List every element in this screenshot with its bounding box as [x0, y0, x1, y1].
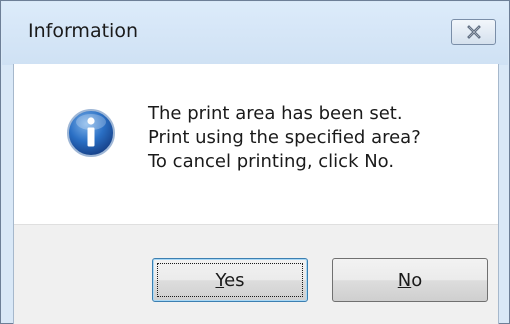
- mnemonic-letter: N: [397, 269, 412, 291]
- information-dialog: Information The print area has been set.…: [0, 0, 510, 324]
- mnemonic-letter: Y: [215, 269, 225, 291]
- label-rest: o: [411, 269, 423, 291]
- message-line: The print area has been set.: [148, 103, 403, 124]
- message-line: To cancel printing, click No.: [148, 151, 395, 172]
- message-line: Print using the specified area?: [148, 127, 421, 148]
- label-rest: es: [224, 269, 245, 291]
- window-title: Information: [28, 20, 138, 42]
- close-icon: [466, 25, 482, 39]
- no-button-label: No: [398, 270, 422, 291]
- message-area: The print area has been set. Print using…: [14, 64, 498, 224]
- close-button[interactable]: [451, 19, 496, 45]
- button-bar: Yes No: [14, 224, 498, 324]
- message-text: The print area has been set. Print using…: [148, 102, 421, 174]
- information-icon: [66, 108, 116, 158]
- no-button[interactable]: No: [332, 258, 488, 302]
- yes-button-label: Yes: [215, 270, 244, 291]
- dialog-client-area: The print area has been set. Print using…: [13, 64, 499, 324]
- yes-button[interactable]: Yes: [152, 258, 308, 302]
- title-bar[interactable]: Information: [2, 2, 508, 65]
